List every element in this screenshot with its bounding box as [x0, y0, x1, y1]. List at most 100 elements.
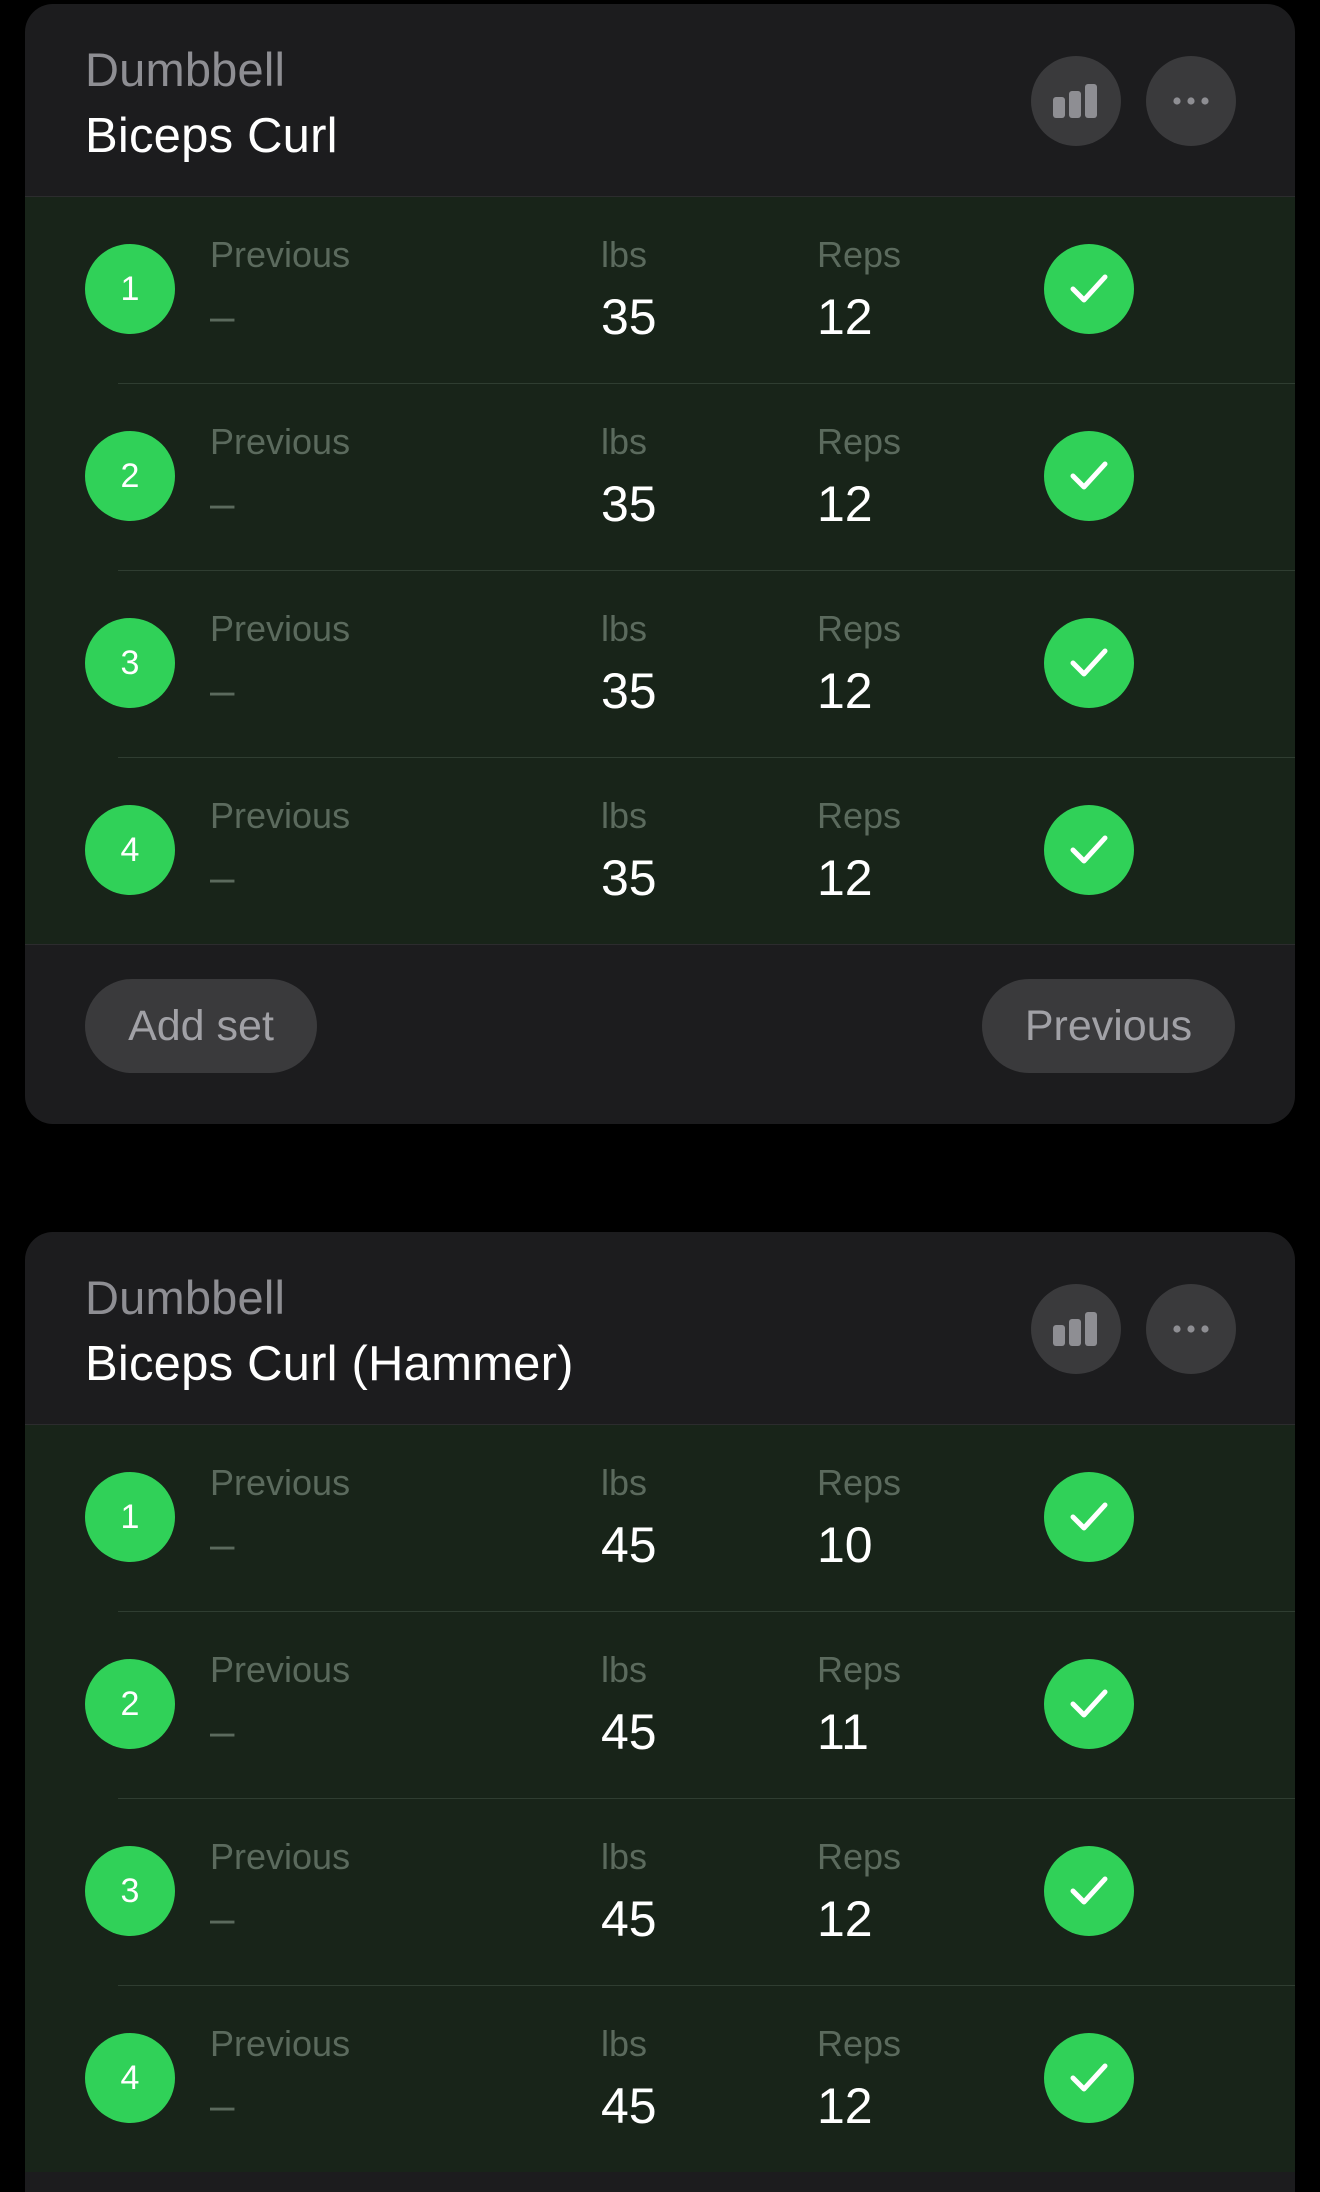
lbs-label: lbs	[601, 421, 648, 462]
weight-input[interactable]: 35	[601, 288, 657, 346]
lbs-label: lbs	[601, 795, 648, 836]
previous-value[interactable]: –	[210, 1707, 234, 1757]
reps-input[interactable]: 12	[817, 1890, 873, 1948]
reps-label: Reps	[817, 2023, 902, 2064]
lbs-label: lbs	[601, 2023, 648, 2064]
previous-value[interactable]: –	[210, 666, 234, 716]
reps-input[interactable]: 12	[817, 662, 873, 720]
set-number-button[interactable]: 2	[85, 431, 175, 521]
exercise-header: Dumbbell Biceps Curl	[25, 4, 1295, 196]
divider	[118, 757, 1295, 758]
stats-button[interactable]	[1031, 1284, 1121, 1374]
set-row: 1 Previous – lbs 45 Reps 10	[25, 1424, 1295, 1611]
lbs-label: lbs	[601, 234, 648, 275]
set-number-button[interactable]: 4	[85, 805, 175, 895]
previous-value[interactable]: –	[210, 1520, 234, 1570]
previous-label: Previous	[210, 795, 351, 836]
lbs-label: lbs	[601, 608, 648, 649]
sets-list: 1 Previous – lbs 35 Reps 12 2 Previous –…	[25, 196, 1295, 944]
stats-button[interactable]	[1031, 56, 1121, 146]
previous-label: Previous	[210, 234, 351, 275]
weight-input[interactable]: 45	[601, 2077, 657, 2135]
reps-label: Reps	[817, 608, 902, 649]
complete-set-button[interactable]	[1044, 1472, 1134, 1562]
checkmark-icon	[1070, 1689, 1108, 1718]
divider	[118, 1611, 1295, 1612]
previous-value[interactable]: –	[210, 479, 234, 529]
bar-chart-icon	[1053, 84, 1097, 118]
previous-label: Previous	[210, 608, 351, 649]
set-row: 1 Previous – lbs 35 Reps 12	[25, 196, 1295, 383]
set-number-button[interactable]: 2	[85, 1659, 175, 1749]
reps-input[interactable]: 11	[817, 1703, 869, 1761]
complete-set-button[interactable]	[1044, 2033, 1134, 2123]
previous-value[interactable]: –	[210, 292, 234, 342]
lbs-label: lbs	[601, 1462, 648, 1503]
more-options-button[interactable]	[1146, 1284, 1236, 1374]
previous-value[interactable]: –	[210, 853, 234, 903]
set-row: 3 Previous – lbs 45 Reps 12	[25, 1798, 1295, 1985]
complete-set-button[interactable]	[1044, 618, 1134, 708]
weight-input[interactable]: 45	[601, 1890, 657, 1948]
add-set-button[interactable]: Add set	[85, 979, 317, 1073]
divider	[118, 383, 1295, 384]
reps-input[interactable]: 10	[817, 1516, 873, 1574]
divider	[25, 196, 1295, 197]
weight-input[interactable]: 45	[601, 1703, 657, 1761]
weight-input[interactable]: 35	[601, 849, 657, 907]
weight-input[interactable]: 35	[601, 475, 657, 533]
set-row: 4 Previous – lbs 35 Reps 12	[25, 757, 1295, 944]
divider	[118, 1798, 1295, 1799]
bar-chart-icon	[1053, 1312, 1097, 1346]
exercise-name[interactable]: Biceps Curl	[85, 108, 338, 164]
set-number-button[interactable]: 3	[85, 618, 175, 708]
complete-set-button[interactable]	[1044, 1659, 1134, 1749]
reps-input[interactable]: 12	[817, 2077, 873, 2135]
complete-set-button[interactable]	[1044, 805, 1134, 895]
previous-value[interactable]: –	[210, 1894, 234, 1944]
weight-input[interactable]: 35	[601, 662, 657, 720]
set-row: 4 Previous – lbs 45 Reps 12	[25, 1985, 1295, 2172]
divider	[25, 1424, 1295, 1425]
lbs-label: lbs	[601, 1836, 648, 1877]
reps-input[interactable]: 12	[817, 475, 873, 533]
set-number-button[interactable]: 1	[85, 244, 175, 334]
set-number-button[interactable]: 4	[85, 2033, 175, 2123]
checkmark-icon	[1070, 1876, 1108, 1905]
set-row: 2 Previous – lbs 45 Reps 11	[25, 1611, 1295, 1798]
previous-button[interactable]: Previous	[982, 979, 1235, 1073]
lbs-label: lbs	[601, 1649, 648, 1690]
exercise-name[interactable]: Biceps Curl (Hammer)	[85, 1336, 574, 1392]
exercise-card: Dumbbell Biceps Curl 1 Previous – lbs 35	[25, 4, 1295, 1124]
exercise-footer: Add set Previous	[25, 945, 1295, 1124]
reps-label: Reps	[817, 1649, 902, 1690]
previous-label: Previous	[210, 1649, 351, 1690]
reps-label: Reps	[817, 421, 902, 462]
ellipsis-icon	[1173, 97, 1209, 105]
previous-label: Previous	[210, 1462, 351, 1503]
previous-label: Previous	[210, 421, 351, 462]
reps-label: Reps	[817, 1462, 902, 1503]
reps-label: Reps	[817, 234, 902, 275]
set-number-button[interactable]: 3	[85, 1846, 175, 1936]
checkmark-icon	[1070, 835, 1108, 864]
checkmark-icon	[1070, 1502, 1108, 1531]
reps-input[interactable]: 12	[817, 849, 873, 907]
checkmark-icon	[1070, 461, 1108, 490]
ellipsis-icon	[1173, 1325, 1209, 1333]
complete-set-button[interactable]	[1044, 431, 1134, 521]
exercise-equipment: Dumbbell	[85, 1271, 286, 1324]
reps-label: Reps	[817, 795, 902, 836]
sets-list: 1 Previous – lbs 45 Reps 10 2 Previous –…	[25, 1424, 1295, 2172]
checkmark-icon	[1070, 2063, 1108, 2092]
complete-set-button[interactable]	[1044, 244, 1134, 334]
reps-input[interactable]: 12	[817, 288, 873, 346]
set-number-button[interactable]: 1	[85, 1472, 175, 1562]
weight-input[interactable]: 45	[601, 1516, 657, 1574]
previous-value[interactable]: –	[210, 2081, 234, 2131]
complete-set-button[interactable]	[1044, 1846, 1134, 1936]
more-options-button[interactable]	[1146, 56, 1236, 146]
previous-label: Previous	[210, 2023, 351, 2064]
checkmark-icon	[1070, 648, 1108, 677]
set-row: 2 Previous – lbs 35 Reps 12	[25, 383, 1295, 570]
